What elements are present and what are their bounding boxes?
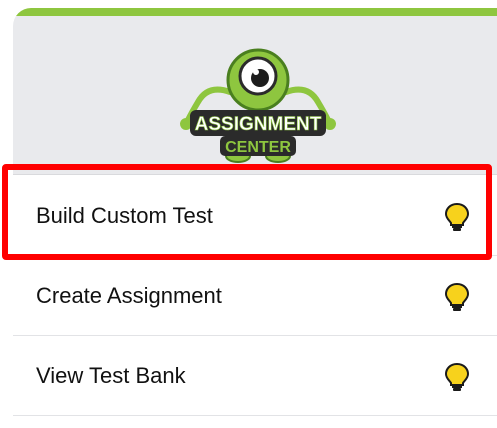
- menu-item-build-custom-test[interactable]: Build Custom Test: [13, 176, 497, 256]
- assignment-center-logo: ASSIGNMENT CENTER: [180, 48, 336, 163]
- top-accent-bar: [13, 8, 497, 16]
- lightbulb-icon: [444, 362, 470, 391]
- menu-item-label: View Test Bank: [36, 362, 186, 388]
- panel-header: ASSIGNMENT CENTER: [13, 16, 497, 175]
- menu-item-view-test-bank[interactable]: View Test Bank: [13, 336, 497, 416]
- menu-item-label: Build Custom Test: [36, 202, 213, 228]
- menu-item-create-assignment[interactable]: Create Assignment: [13, 256, 497, 336]
- menu-item-label: Create Assignment: [36, 282, 222, 308]
- assignment-center-panel: ASSIGNMENT CENTER Build Custom Test Crea…: [13, 8, 497, 428]
- logo-line1: ASSIGNMENT: [195, 114, 322, 135]
- lightbulb-icon: [444, 202, 470, 231]
- logo-line2: CENTER: [225, 139, 291, 156]
- lightbulb-icon: [444, 282, 470, 311]
